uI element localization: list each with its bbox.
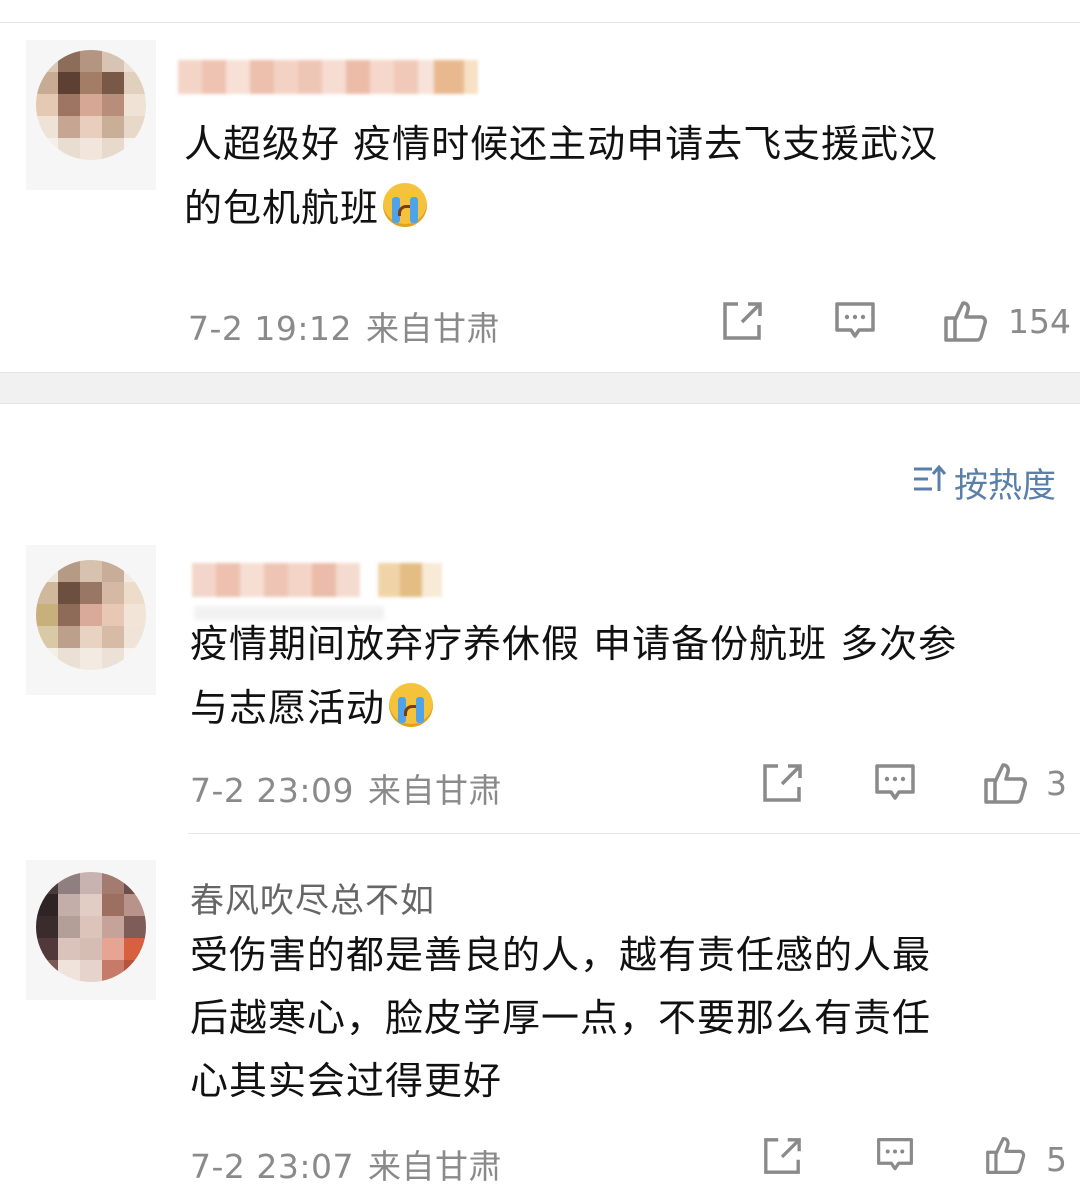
avatar[interactable] [36,872,146,982]
reply-text-line: 心其实会过得更好 [190,1059,503,1103]
share-icon[interactable] [760,762,804,804]
username-blurred[interactable] [178,60,478,94]
reply-location: 来自甘肃 [368,1147,502,1186]
comment-meta: 7-2 19:12 来自甘肃 [188,302,500,350]
comment-icon[interactable] [833,300,877,344]
comment-location: 来自甘肃 [368,771,502,810]
sort-icon [912,463,947,503]
avatar[interactable] [36,50,146,160]
comment-time: 7-2 23:09 [190,771,354,810]
reply-text-line: 后越寒心，脸皮学厚一点，不要那么有责任 [190,996,932,1040]
thumbs-up-icon[interactable] [982,1134,1030,1176]
sort-button[interactable]: 按热度 [912,458,1056,507]
comment-text-line: 人超级好 疫情时候还主动申请去飞支援武汉 [184,122,939,166]
comment-icon[interactable] [873,1136,917,1176]
reply-text: 受伤害的都是善良的人，越有责任感的人最 后越寒心，脸皮学厚一点，不要那么有责任 … [190,924,931,1113]
reply-divider [188,833,1080,834]
comment-time: 7-2 19:12 [188,309,352,348]
comment-icon[interactable] [873,762,917,806]
crying-face-icon [389,683,434,727]
comment-text-line: 疫情期间放弃疗养休假 申请备份航班 多次参 [190,622,958,666]
share-icon[interactable] [720,300,764,342]
like-count: 154 [1008,302,1071,341]
avatar[interactable] [36,560,146,670]
crying-face-icon [383,183,428,227]
comment-text-line: 与志愿活动 [190,686,386,730]
reply-meta: 7-2 23:07 来自甘肃 [190,1140,502,1188]
like-count: 5 [1046,1140,1067,1179]
like-count: 3 [1046,764,1067,803]
reply-username[interactable]: 春风吹尽总不如 [190,873,435,922]
top-divider [0,22,1080,23]
section-separator [0,372,1080,404]
thumbs-up-icon[interactable] [942,298,990,344]
username-blurred[interactable] [192,563,442,597]
comment-location: 来自甘肃 [366,309,500,348]
share-icon[interactable] [760,1136,804,1176]
comment-text-line: 的包机航班 [184,186,380,230]
comment-meta: 7-2 23:09 来自甘肃 [190,764,502,812]
thumbs-up-icon[interactable] [982,760,1030,806]
comment-text: 人超级好 疫情时候还主动申请去飞支援武汉 的包机航班 [184,112,938,240]
reply-time: 7-2 23:07 [190,1147,354,1186]
reply-text-line: 受伤害的都是善良的人，越有责任感的人最 [190,933,932,977]
comment-text: 疫情期间放弃疗养休假 申请备份航班 多次参 与志愿活动 [190,612,957,740]
sort-label: 按热度 [954,466,1056,506]
